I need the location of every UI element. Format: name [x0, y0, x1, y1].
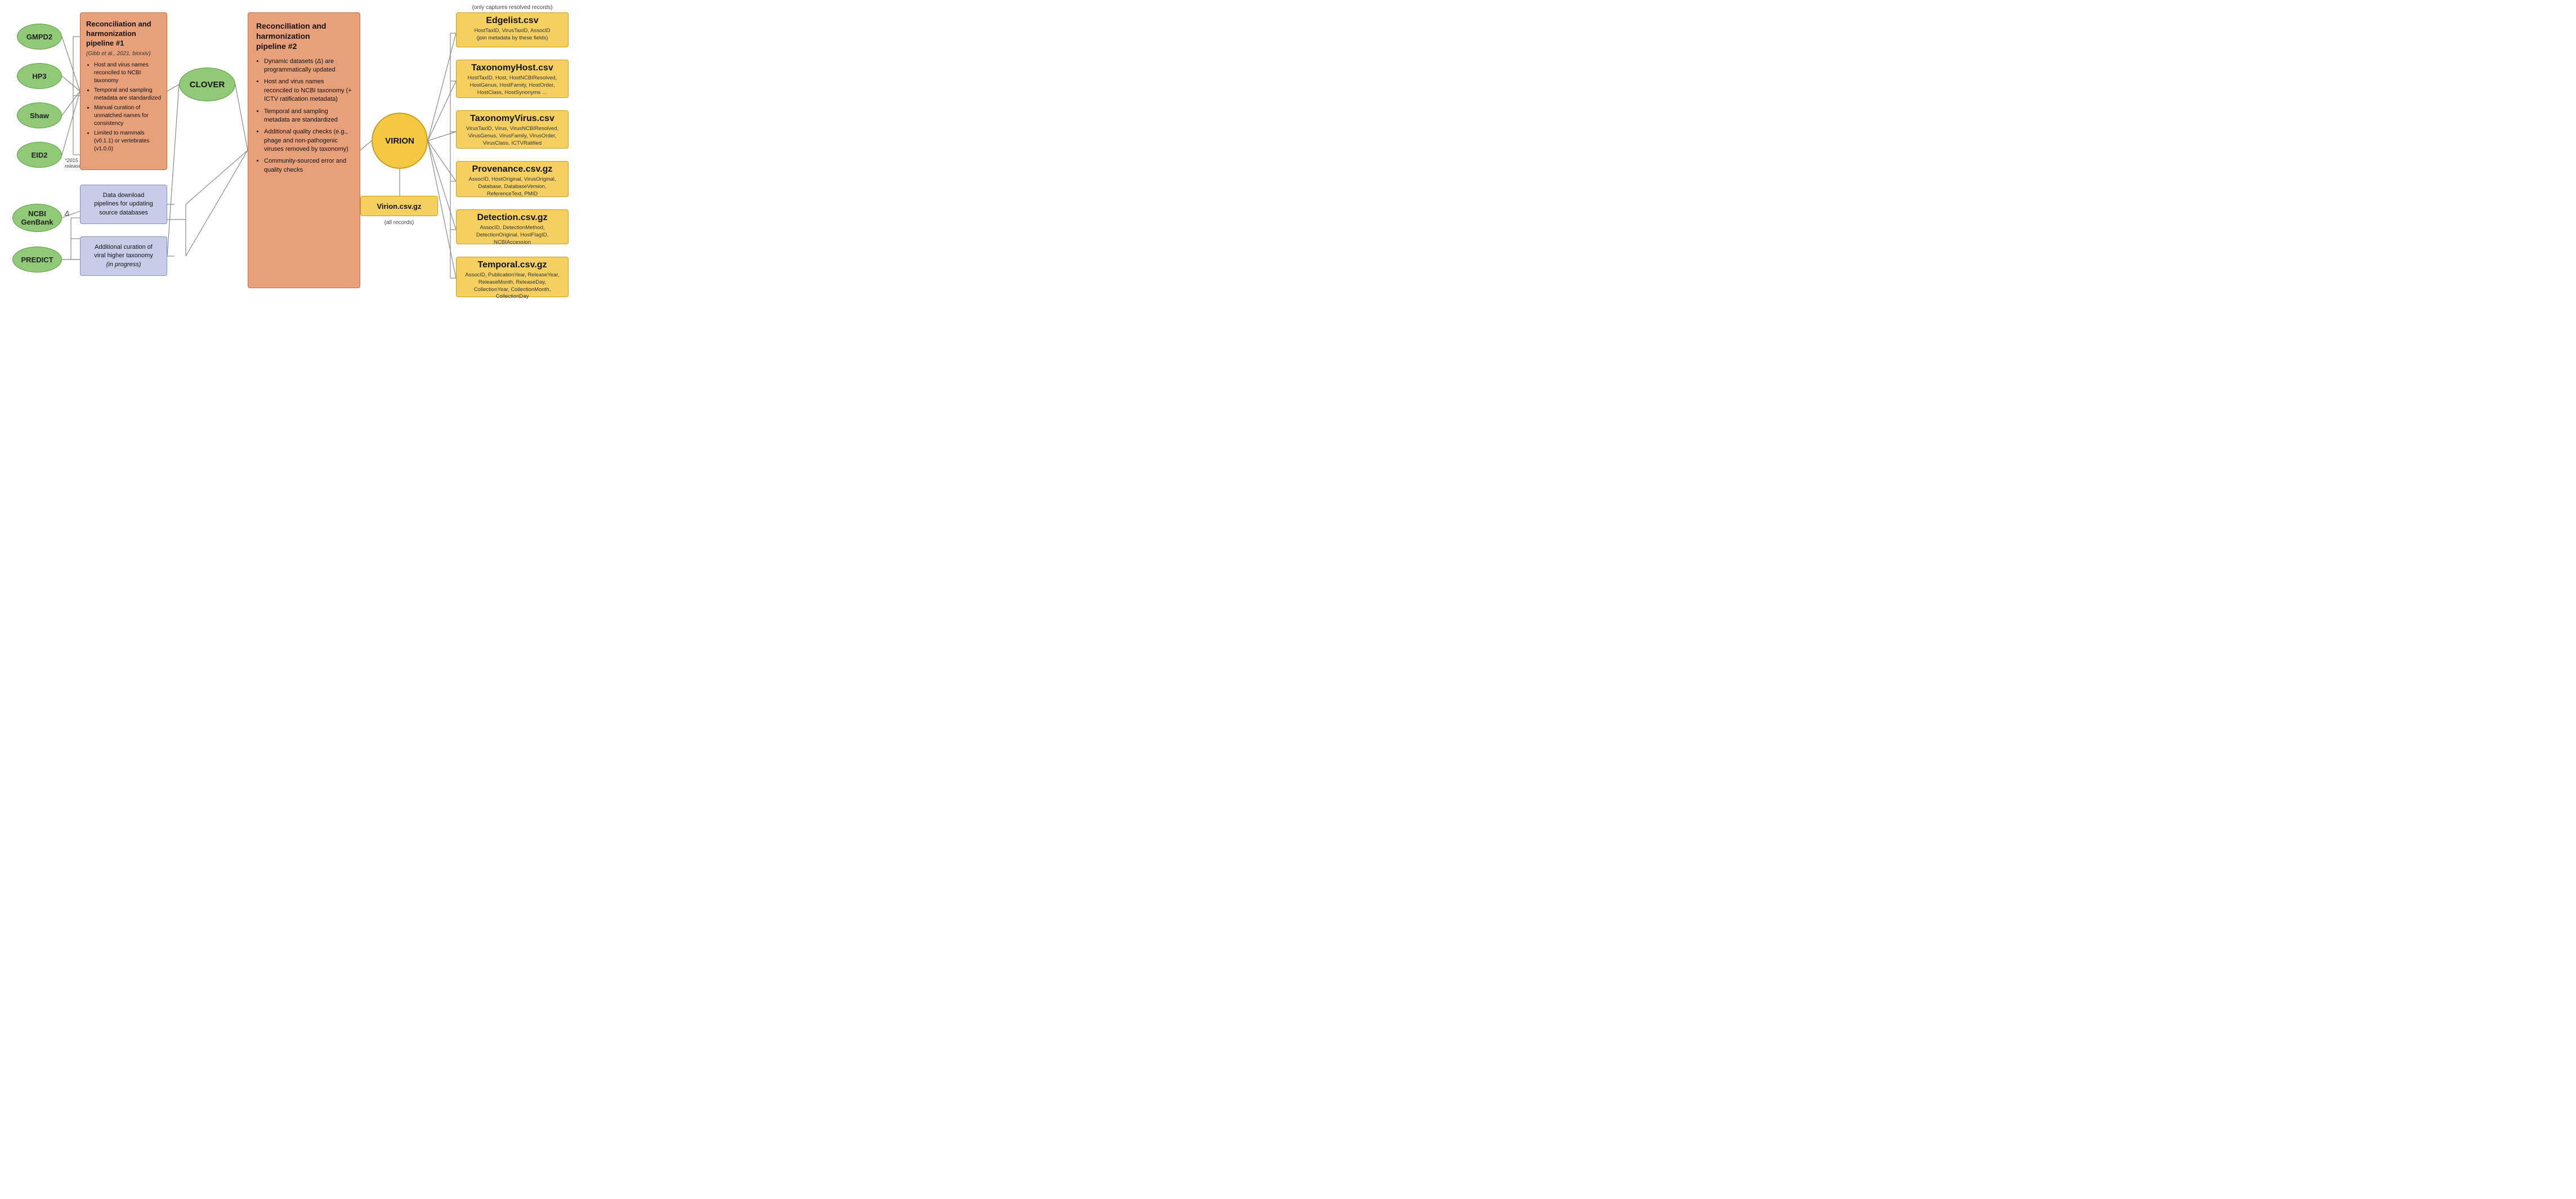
svg-text:Δ: Δ — [64, 209, 69, 217]
virion-label: VIRION — [385, 136, 414, 146]
temporal-body: AssocID, PublicationYear, ReleaseYear,Re… — [461, 272, 564, 301]
additional-curation-box: Additional curation ofviral higher taxon… — [80, 236, 167, 276]
pipeline1-bullets: Host and virus names reconciled to NCBI … — [86, 61, 161, 153]
oval-gmpd2: GMPD2 — [17, 24, 62, 50]
provenance-box: Provenance.csv.gz AssocID, HostOriginal,… — [456, 161, 569, 197]
oval-shaw-label: Shaw — [30, 111, 49, 120]
oval-eid2: EID2 — [17, 142, 62, 168]
additional-curation-label: Additional curation ofviral higher taxon… — [94, 243, 153, 269]
clover-label: CLOVER — [190, 80, 225, 90]
detection-body: AssocID, DetectionMethod,DetectionOrigin… — [461, 225, 564, 246]
edgelist-box: Edgelist.csv HostTaxID, VirusTaxID, Asso… — [456, 12, 569, 47]
taxonomy-virus-title: TaxonomyVirus.csv — [461, 114, 564, 124]
data-download-label: Data downloadpipelines for updatingsourc… — [94, 191, 153, 217]
virion-csv-box: Virion.csv.gz — [360, 196, 438, 216]
taxonomy-host-body: HostTaxID, Host, HostNCBIResolved,HostGe… — [461, 75, 564, 96]
pipeline1-subtitle: (Gibb et al., 2021, biorxiv) — [86, 51, 161, 57]
detection-title: Detection.csv.gz — [461, 213, 564, 223]
oval-gmpd2-label: GMPD2 — [26, 33, 52, 41]
resolved-note: (only captures resolved records) — [456, 5, 569, 11]
virion-csv-label: Virion.csv.gz — [377, 202, 422, 211]
oval-hp3-label: HP3 — [32, 72, 46, 80]
diagram: Δ GMPD2 HP3 Shaw EID2 *2015 static relea… — [0, 0, 644, 299]
edgelist-title: Edgelist.csv — [461, 16, 564, 26]
oval-shaw: Shaw — [17, 102, 62, 128]
pipeline1-box: Reconciliation andharmonizationpipeline … — [80, 12, 167, 170]
data-download-box: Data downloadpipelines for updatingsourc… — [80, 185, 167, 224]
oval-ncbi-label: NCBI GenBank — [21, 209, 53, 226]
pipeline2-box: Reconciliation andharmonizationpipeline … — [248, 12, 360, 288]
detection-box: Detection.csv.gz AssocID, DetectionMetho… — [456, 209, 569, 244]
oval-ncbi: NCBI GenBank — [12, 204, 62, 232]
temporal-box: Temporal.csv.gz AssocID, PublicationYear… — [456, 257, 569, 297]
pipeline2-bullets: Dynamic datasets (Δ) are programmaticall… — [256, 57, 352, 175]
oval-predict-label: PREDICT — [21, 256, 53, 264]
taxonomy-host-title: TaxonomyHost.csv — [461, 63, 564, 73]
taxonomy-host-box: TaxonomyHost.csv HostTaxID, Host, HostNC… — [456, 60, 569, 98]
provenance-title: Provenance.csv.gz — [461, 164, 564, 175]
pipeline2-title: Reconciliation andharmonizationpipeline … — [256, 21, 352, 52]
edgelist-body: HostTaxID, VirusTaxID, AssocID(join meta… — [461, 28, 564, 42]
virion-circle: VIRION — [372, 113, 428, 169]
virion-all-records-note: (all records) — [360, 220, 438, 226]
oval-hp3: HP3 — [17, 63, 62, 89]
clover-oval: CLOVER — [179, 68, 235, 101]
pipeline1-title: Reconciliation andharmonizationpipeline … — [86, 20, 161, 48]
oval-eid2-label: EID2 — [32, 151, 48, 159]
taxonomy-virus-body: VirusTaxID, Virus, VirusNCBIResolved,Vir… — [461, 126, 564, 147]
taxonomy-virus-box: TaxonomyVirus.csv VirusTaxID, Virus, Vir… — [456, 110, 569, 149]
oval-predict: PREDICT — [12, 247, 62, 272]
temporal-title: Temporal.csv.gz — [461, 260, 564, 270]
provenance-body: AssocID, HostOriginal, VirusOriginal,Dat… — [461, 176, 564, 198]
